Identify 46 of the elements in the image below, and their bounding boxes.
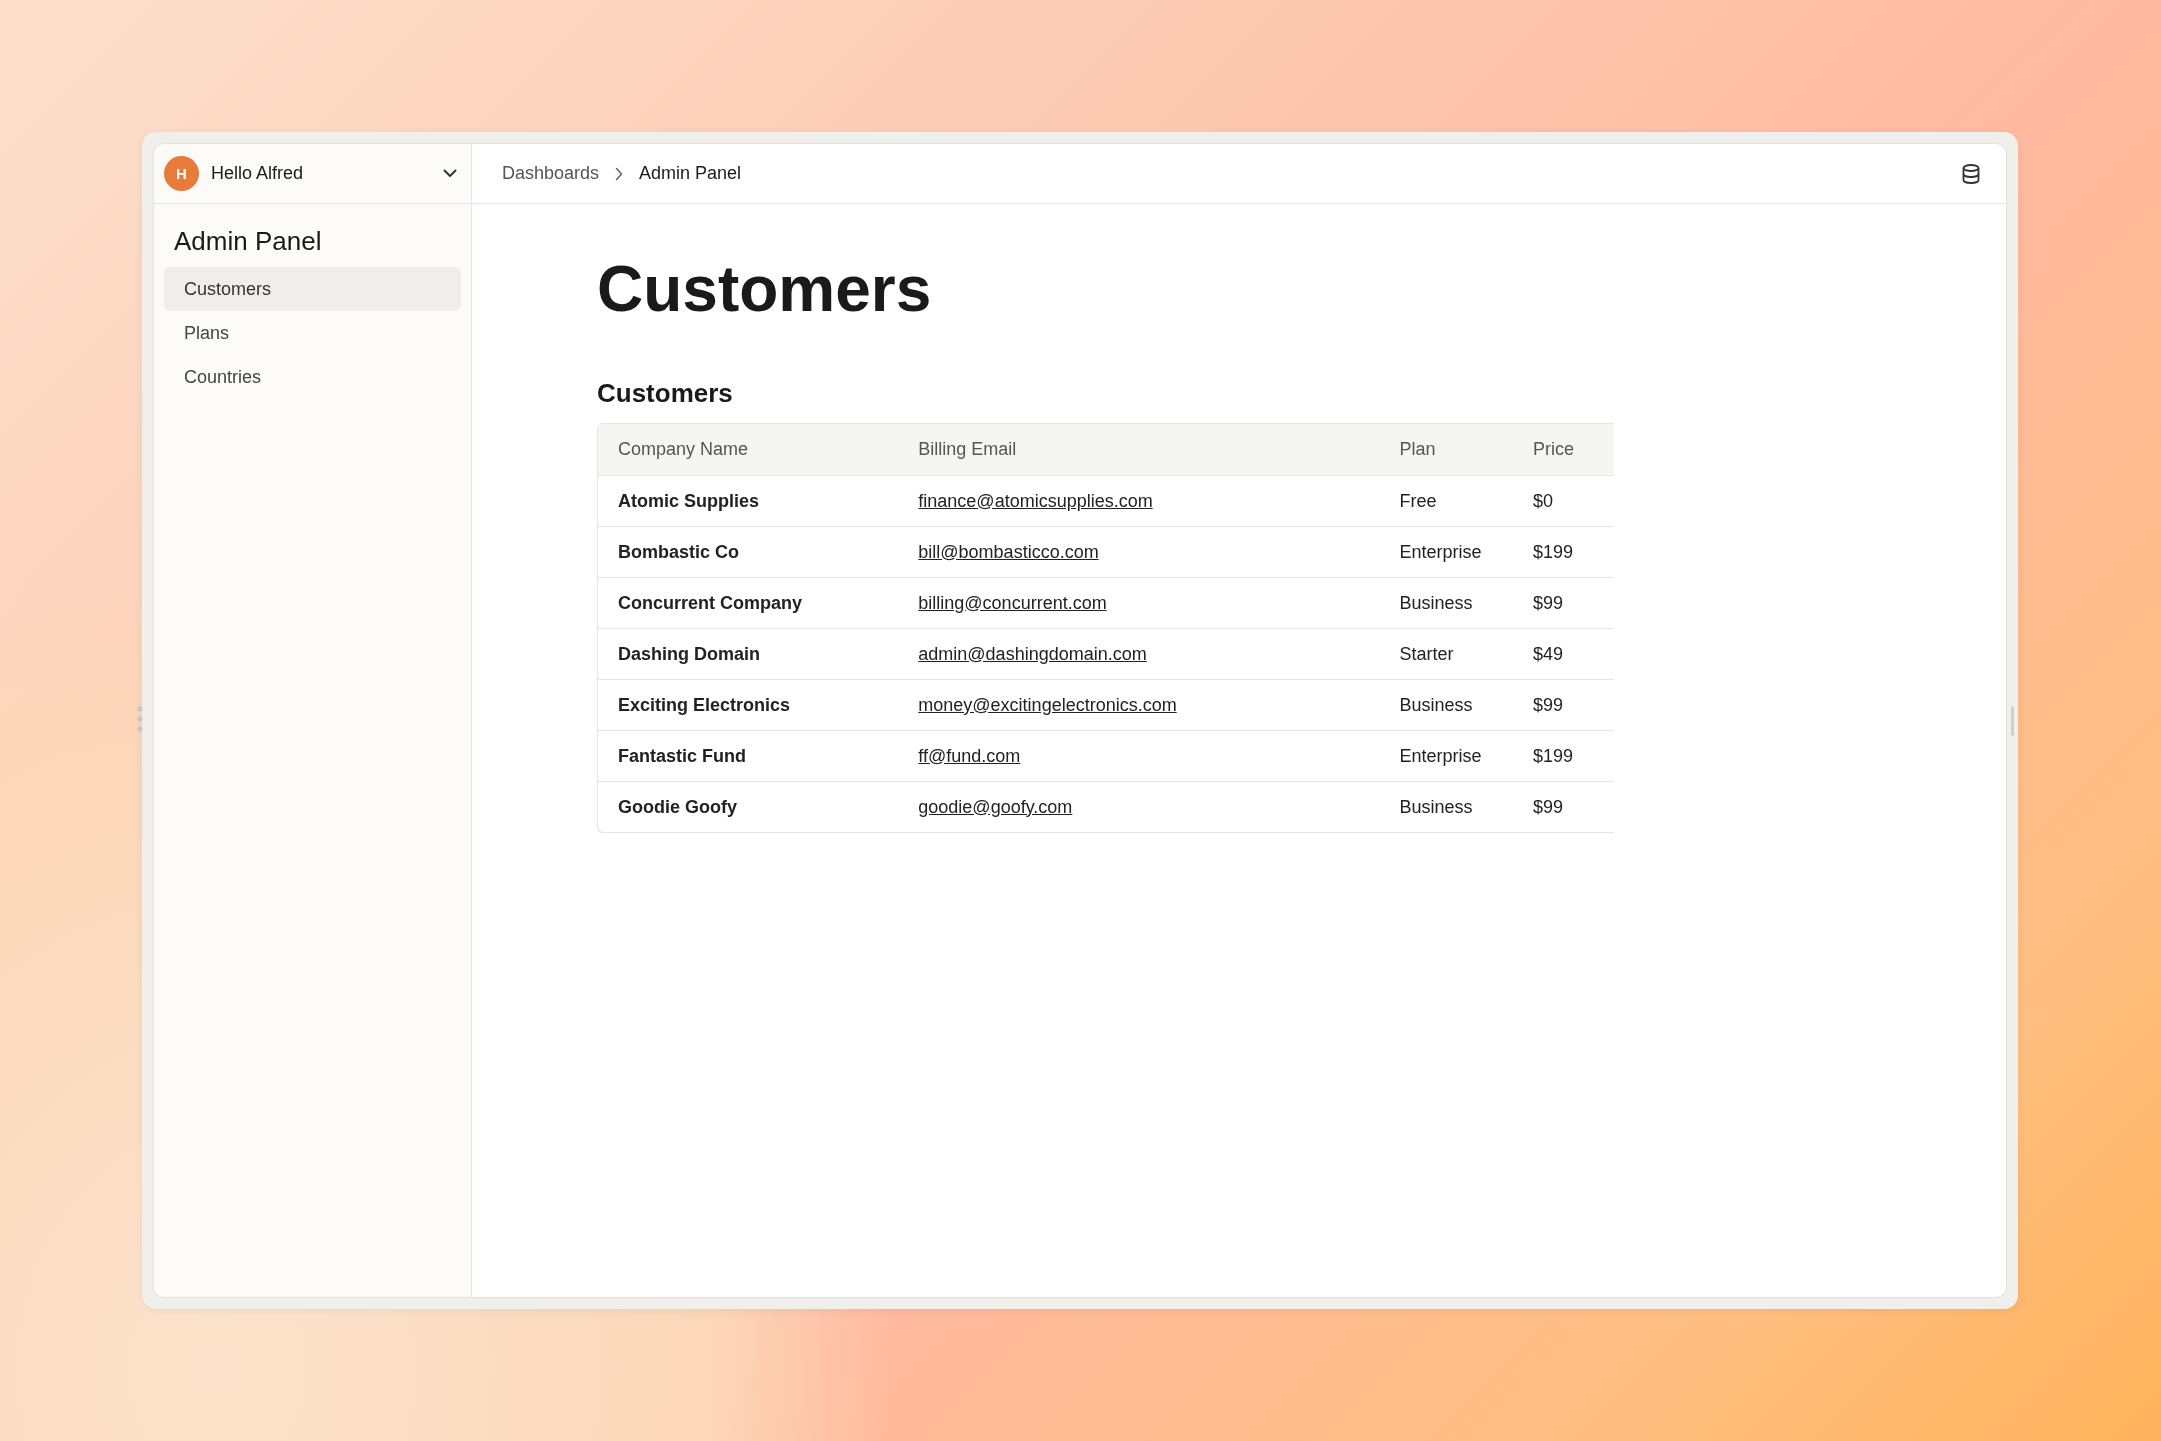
email-link[interactable]: finance@atomicsupplies.com <box>918 490 1153 511</box>
plan-name: Business <box>1399 796 1473 817</box>
chevron-down-icon[interactable] <box>443 169 457 178</box>
resize-handle[interactable] <box>2011 705 2014 736</box>
sidebar-title: Admin Panel <box>173 225 323 258</box>
company-name: Atomic Supplies <box>618 490 760 511</box>
price: $0 <box>1532 490 1553 511</box>
email-link[interactable]: bill@bombasticco.com <box>918 541 1099 562</box>
plan-name: Business <box>1399 592 1473 613</box>
price: $99 <box>1532 694 1563 715</box>
company-name: Fantastic Fund <box>618 745 746 766</box>
email-link[interactable]: money@excitingelectronics.com <box>918 694 1177 715</box>
column-header: Plan <box>1399 424 1533 476</box>
price: $99 <box>1532 796 1563 817</box>
plan-name: Business <box>1399 694 1473 715</box>
email-link[interactable]: ff@fund.com <box>918 745 1021 766</box>
plan-name: Enterprise <box>1399 745 1482 766</box>
company-name: Bombastic Co <box>618 541 740 562</box>
column-header: Billing Email <box>918 424 1400 476</box>
company-name: Concurrent Company <box>618 592 803 613</box>
database-icon[interactable] <box>1962 163 1980 184</box>
plan-name: Free <box>1399 490 1437 511</box>
column-header: Company Name <box>598 424 919 476</box>
company-name: Dashing Domain <box>618 643 760 664</box>
price: $99 <box>1532 592 1563 613</box>
sidebar-item[interactable]: Customers <box>164 267 461 311</box>
column-header: Price <box>1532 424 1614 476</box>
plan-name: Enterprise <box>1399 541 1482 562</box>
page-title: Customers <box>597 252 933 326</box>
account-menu-button[interactable]: Hello Alfred <box>211 163 431 184</box>
company-name: Goodie Goofy <box>618 796 737 817</box>
chevron-right-icon <box>615 166 624 181</box>
breadcrumb-link[interactable]: Admin Panel <box>639 163 742 184</box>
avatar: H <box>164 156 199 191</box>
price: $199 <box>1532 745 1573 766</box>
email-link[interactable]: admin@dashingdomain.com <box>918 643 1147 664</box>
company-name: Exciting Electronics <box>618 694 791 715</box>
section-title: Customers <box>597 378 734 409</box>
price: $49 <box>1532 643 1563 664</box>
plan-name: Starter <box>1399 643 1454 664</box>
email-link[interactable]: billing@concurrent.com <box>918 592 1107 613</box>
price: $199 <box>1532 541 1573 562</box>
sidebar-item[interactable]: Countries <box>164 355 461 399</box>
sidebar-item[interactable]: Plans <box>164 311 461 355</box>
breadcrumb-link[interactable]: Dashboards <box>502 163 600 184</box>
email-link[interactable]: goodie@goofy.com <box>918 796 1073 817</box>
